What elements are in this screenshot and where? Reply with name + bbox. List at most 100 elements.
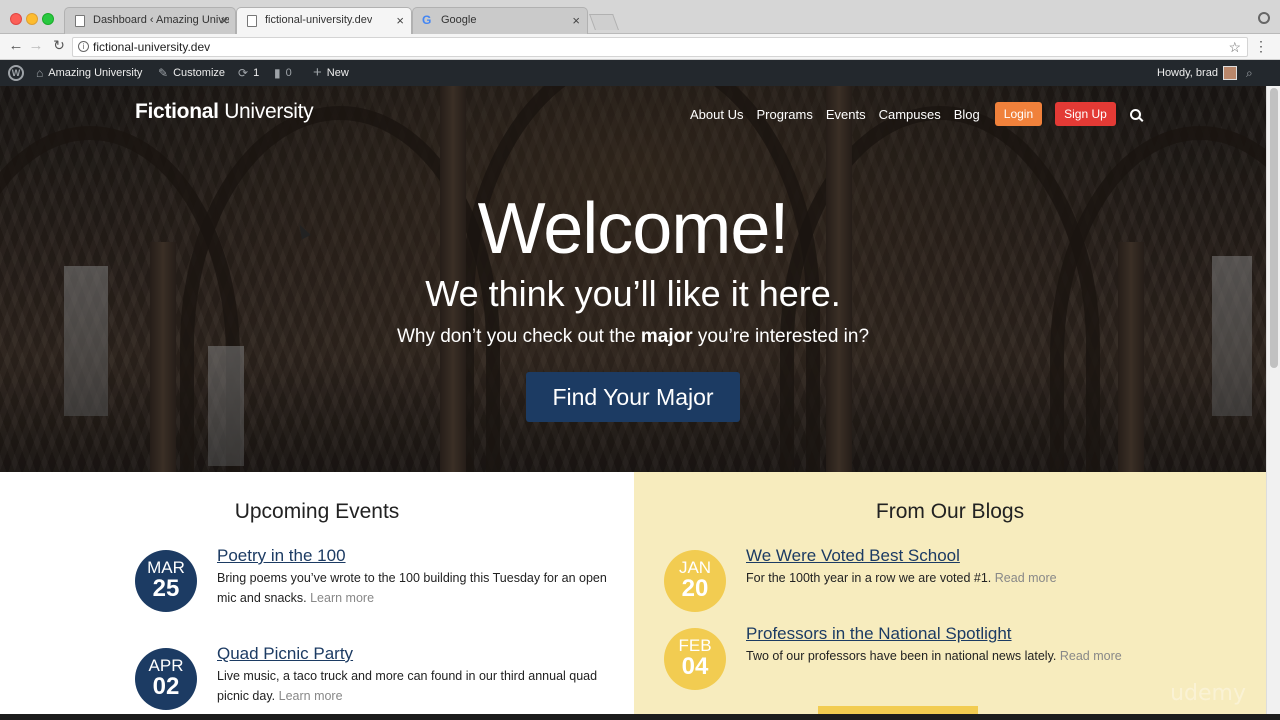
event-day: 25 <box>152 575 180 602</box>
wp-admin-bar: W ⌂ Amazing University ✎ Customize ⟳ 1 ▮… <box>0 60 1280 86</box>
hero-subheading: We think you’ll like it here. <box>425 273 841 314</box>
hero-banner: Fictional University About Us Programs E… <box>0 86 1266 472</box>
customize-label: Customize <box>173 67 226 79</box>
tab-title: fictional-university.dev <box>265 14 373 26</box>
updates-link[interactable]: ⟳ 1 <box>238 60 259 86</box>
avatar <box>1222 66 1237 80</box>
events-title: Upcoming Events <box>234 500 400 523</box>
howdy-label: Howdy, brad <box>1157 67 1218 79</box>
view-all-blog-posts-button[interactable] <box>818 706 978 714</box>
hero-question: Why don’t you check out the major you’re… <box>0 326 1266 348</box>
site-logo[interactable]: Fictional University <box>135 100 314 124</box>
bookmark-star-icon[interactable]: ☆ <box>1228 39 1241 56</box>
nav-blog[interactable]: Blog <box>954 107 980 122</box>
close-icon[interactable]: × <box>572 13 580 28</box>
updates-count: 1 <box>253 67 260 79</box>
signup-button[interactable]: Sign Up <box>1055 102 1116 126</box>
close-icon[interactable]: × <box>396 13 404 28</box>
brush-icon: ✎ <box>158 66 169 80</box>
info-icon[interactable]: i <box>78 41 89 52</box>
event-title-link[interactable]: Quad Picnic Party <box>217 644 353 664</box>
event-day: 02 <box>152 673 180 700</box>
event-date-badge[interactable]: APR 02 <box>135 648 197 710</box>
address-bar[interactable]: i fictional-university.dev ☆ <box>72 37 1248 57</box>
event-description: Bring poems you’ve wrote to the 100 buil… <box>217 568 607 608</box>
blogs-title: From Our Blogs <box>875 500 1025 523</box>
browser-toolbar: ← → ↻ i fictional-university.dev ☆ ⋮ <box>0 34 1280 60</box>
plus-icon: + <box>313 64 322 81</box>
tab-title: Google <box>441 14 477 26</box>
page-icon <box>75 15 85 27</box>
new-tab-button[interactable] <box>589 14 619 30</box>
blog-date-badge[interactable]: FEB 04 <box>664 628 726 690</box>
logo-light-text: University <box>224 100 314 123</box>
learn-more-link[interactable]: Learn more <box>310 591 374 605</box>
event-desc-text: Bring poems you’ve wrote to the 100 buil… <box>217 571 607 605</box>
blog-title-link[interactable]: We Were Voted Best School <box>746 546 960 566</box>
wordpress-icon: W <box>8 65 24 81</box>
page-viewport: Fictional University About Us Programs E… <box>0 86 1266 714</box>
google-icon: G <box>422 13 432 27</box>
maximize-window-button[interactable] <box>42 13 54 25</box>
find-your-major-button[interactable]: Find Your Major <box>526 372 740 422</box>
back-icon[interactable]: ← <box>7 37 25 54</box>
blog-date-badge[interactable]: JAN 20 <box>664 550 726 612</box>
event-month: APR <box>148 656 184 675</box>
blog-month: JAN <box>678 558 712 577</box>
tab-google[interactable]: G Google × <box>412 7 588 34</box>
scrollbar-thumb[interactable] <box>1270 88 1278 368</box>
site-name-link[interactable]: ⌂ Amazing University <box>36 60 142 86</box>
blog-month: FEB <box>678 636 712 655</box>
blog-description: Two of our professors have been in natio… <box>746 646 1206 666</box>
upcoming-events-section: Upcoming Events MAR 25 Poetry in the 100… <box>0 472 634 714</box>
wordpress-logo-button[interactable]: W <box>8 60 24 86</box>
logo-bold-text: Fictional <box>135 100 219 123</box>
comments-link[interactable]: ▮ 0 <box>274 60 292 86</box>
hero-heading: Welcome! <box>477 189 790 269</box>
page-icon <box>247 15 257 27</box>
search-icon[interactable] <box>1129 108 1141 120</box>
read-more-link[interactable]: Read more <box>1060 649 1122 663</box>
hero-question-post: you’re interested in? <box>692 326 870 347</box>
minimize-window-button[interactable] <box>26 13 38 25</box>
blog-description: For the 100th year in a row we are voted… <box>746 568 1206 588</box>
blog-section: From Our Blogs JAN 20 We Were Voted Best… <box>634 472 1266 714</box>
nav-events[interactable]: Events <box>826 107 866 122</box>
hero-question-bold: major <box>640 326 693 347</box>
event-desc-text: Live music, a taco truck and more can fo… <box>217 669 598 703</box>
nav-programs[interactable]: Programs <box>756 107 812 122</box>
browser-menu-icon[interactable]: ⋮ <box>1254 38 1268 55</box>
event-date-badge[interactable]: MAR 25 <box>135 550 197 612</box>
learn-more-link[interactable]: Learn more <box>279 689 343 703</box>
comments-count: 0 <box>285 67 292 79</box>
new-content-link[interactable]: + New <box>313 60 349 86</box>
window-bottom-edge <box>0 714 1280 720</box>
blog-day: 20 <box>681 575 709 602</box>
reload-icon[interactable]: ↻ <box>50 37 68 54</box>
event-title-link[interactable]: Poetry in the 100 <box>217 546 346 566</box>
nav-about-us[interactable]: About Us <box>690 107 743 122</box>
new-label: New <box>326 67 349 79</box>
site-name-label: Amazing University <box>48 67 143 79</box>
blog-desc-text: Two of our professors have been in natio… <box>746 649 1057 663</box>
dashboard-icon: ⌂ <box>36 66 44 80</box>
hero-question-pre: Why don’t you check out the <box>396 326 641 347</box>
account-menu[interactable]: Howdy, brad <box>1157 60 1237 86</box>
updates-icon: ⟳ <box>238 66 249 80</box>
url-text: fictional-university.dev <box>93 40 211 54</box>
udemy-watermark: udemy <box>1170 681 1246 706</box>
profile-icon[interactable] <box>1258 12 1270 24</box>
admin-search-button[interactable]: ⌕ <box>1246 60 1253 86</box>
read-more-link[interactable]: Read more <box>995 571 1057 585</box>
forward-icon[interactable]: → <box>27 37 45 54</box>
customize-link[interactable]: ✎ Customize <box>158 60 225 86</box>
close-window-button[interactable] <box>10 13 22 25</box>
tab-fictional-university[interactable]: fictional-university.dev × <box>236 7 412 35</box>
blog-title-link[interactable]: Professors in the National Spotlight <box>746 624 1012 644</box>
search-icon: ⌕ <box>1246 66 1253 80</box>
tab-dashboard[interactable]: Dashboard ‹ Amazing University × <box>64 7 236 34</box>
nav-campuses[interactable]: Campuses <box>879 107 941 122</box>
page-scrollbar[interactable] <box>1266 86 1280 714</box>
login-button[interactable]: Login <box>994 102 1043 126</box>
close-icon[interactable]: × <box>220 13 228 28</box>
